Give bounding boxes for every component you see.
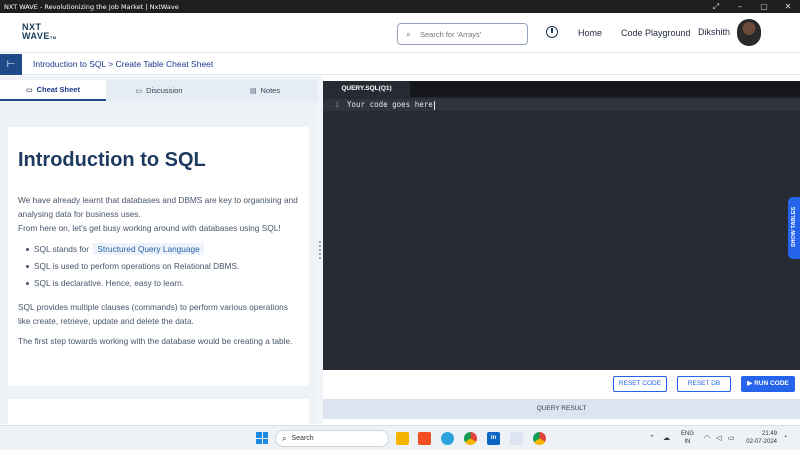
tab-label: Discussion — [146, 86, 183, 95]
taskbar-search[interactable]: ⌕ Search — [275, 430, 389, 447]
chat-icon: ▭ — [135, 87, 143, 95]
fullscreen-icon[interactable]: ⤢ — [704, 0, 728, 13]
lang-line-2: IN — [684, 439, 691, 445]
sidebar-toggle-icon[interactable]: ⊢ — [0, 54, 22, 75]
content-tabs: ▭ Cheat Sheet ▭ Discussion ▤ Notes — [0, 80, 318, 101]
run-code-button[interactable]: ▶ RUN CODE — [741, 376, 795, 392]
list-item: SQL stands for Structured Query Language — [26, 241, 299, 258]
brave-browser-icon[interactable] — [418, 432, 431, 445]
next-card — [8, 399, 309, 424]
code-content: Your code goes here — [347, 100, 433, 110]
nxtwave-app-icon[interactable] — [510, 432, 523, 445]
text-cursor — [433, 100, 435, 110]
tab-notes[interactable]: ▤ Notes — [212, 80, 318, 101]
cheat-sheet-card: Introduction to SQL We have already lear… — [8, 127, 309, 386]
tab-cheat-sheet[interactable]: ▭ Cheat Sheet — [0, 80, 106, 101]
breadcrumb[interactable]: Introduction to SQL > Create Table Cheat… — [33, 59, 213, 69]
avatar[interactable] — [737, 19, 761, 46]
code-text[interactable]: Your code goes here — [347, 100, 435, 110]
search-icon: ⌕ — [406, 28, 412, 39]
run-code-label: RUN CODE — [754, 380, 789, 387]
tab-label: Cheat Sheet — [36, 85, 80, 94]
maximize-button[interactable]: ▢ — [752, 0, 776, 13]
code-line[interactable]: 1 Your code goes here — [323, 99, 800, 111]
clock[interactable]: 21:49 02-07-2024 — [745, 430, 777, 446]
username[interactable]: Dikshith — [698, 27, 730, 37]
wifi-icon[interactable]: ◠ — [704, 434, 710, 442]
notes-icon: ▤ — [249, 87, 257, 95]
nav-code-playground-link[interactable]: Code Playground — [621, 28, 691, 38]
sql-facts-list: SQL stands for Structured Query Language… — [26, 241, 299, 292]
taskbar-search-label: Search — [291, 435, 314, 442]
intro-paragraph-2: From here on, let's get busy working aro… — [18, 223, 281, 233]
logo-line-2: WAVE — [22, 31, 50, 41]
app-header: NXT WAVETM ⌕ Home Code Playground Dikshi… — [0, 13, 800, 53]
clock-date: 02-07-2024 — [746, 439, 777, 445]
editor-tab-query[interactable]: QUERY.SQL(Q1) — [323, 81, 410, 97]
book-icon: ▭ — [26, 86, 33, 94]
linkedin-icon[interactable]: in — [487, 432, 500, 445]
stopwatch-icon[interactable] — [546, 26, 558, 38]
telegram-icon[interactable] — [441, 432, 454, 445]
code-editor[interactable]: QUERY.SQL(Q1) 1 Your code goes here — [323, 81, 800, 370]
lang-line-1: ENG — [681, 431, 695, 437]
clock-time: 21:49 — [761, 431, 777, 437]
intro-paragraph: We have already learnt that databases an… — [18, 195, 298, 219]
drag-handle-icon — [319, 241, 321, 259]
highlight-term: Structured Query Language — [93, 243, 204, 255]
breadcrumb-bar: ⊢ Introduction to SQL > Create Table Che… — [0, 54, 800, 75]
search-box[interactable]: ⌕ — [397, 23, 528, 45]
close-button[interactable]: ✕ — [776, 0, 800, 13]
editor-action-bar: RESET CODE RESET DB ▶ RUN CODE — [323, 371, 800, 398]
search-input[interactable] — [420, 29, 520, 39]
language-indicator[interactable]: ENG IN — [681, 430, 694, 446]
show-tables-label: SHOW TABLES — [791, 206, 797, 248]
minimize-button[interactable]: – — [728, 0, 752, 13]
windows-start-icon[interactable] — [256, 432, 268, 444]
window-controls: ⤢ – ▢ ✕ — [704, 0, 800, 13]
nxtwave-logo[interactable]: NXT WAVETM — [22, 23, 66, 45]
battery-icon[interactable]: ▭ — [728, 434, 735, 442]
nav-home-link[interactable]: Home — [578, 28, 602, 38]
window-title-bar: NXT WAVE - Revolutionizing the Job Marke… — [0, 0, 800, 13]
list-item: SQL is declarative. Hence, easy to learn… — [26, 275, 299, 292]
chrome-icon[interactable] — [464, 432, 477, 445]
list-item-text: SQL stands for — [34, 244, 90, 254]
line-number: 1 — [334, 101, 339, 109]
cloud-icon[interactable]: ☁ — [663, 434, 670, 442]
clauses-paragraph: SQL provides multiple clauses (commands)… — [18, 302, 288, 326]
list-item: SQL is used to perform operations on Rel… — [26, 258, 299, 275]
page-title: Introduction to SQL — [18, 149, 206, 171]
search-icon: ⌕ — [282, 433, 287, 443]
tray-expand-icon[interactable]: ⌃ — [649, 434, 655, 442]
tab-discussion[interactable]: ▭ Discussion — [106, 80, 212, 101]
logo-tm: TM — [49, 35, 57, 40]
window-title: NXT WAVE - Revolutionizing the Job Marke… — [4, 2, 179, 11]
volume-icon[interactable]: ◁ — [716, 434, 721, 442]
show-tables-button[interactable]: SHOW TABLES — [788, 197, 800, 259]
reset-code-button[interactable]: RESET CODE — [613, 376, 667, 392]
editor-tab-bar: QUERY.SQL(Q1) — [323, 81, 800, 97]
notification-bell-icon[interactable]: ◔ — [783, 434, 787, 441]
chrome-profile-icon[interactable] — [533, 432, 546, 445]
reset-db-button[interactable]: RESET DB — [677, 376, 731, 392]
query-result-bar[interactable]: QUERY RESULT — [323, 399, 800, 419]
table-paragraph: The first step towards working with the … — [18, 336, 293, 346]
os-taskbar: ⌕ Search in ⌃ ☁ ENG IN ◠ ◁ ▭ 21:49 02-07… — [0, 425, 800, 450]
left-pane: ▭ Cheat Sheet ▭ Discussion ▤ Notes Intro… — [0, 76, 318, 424]
file-explorer-icon[interactable] — [396, 432, 409, 445]
tab-label: Notes — [260, 86, 281, 95]
